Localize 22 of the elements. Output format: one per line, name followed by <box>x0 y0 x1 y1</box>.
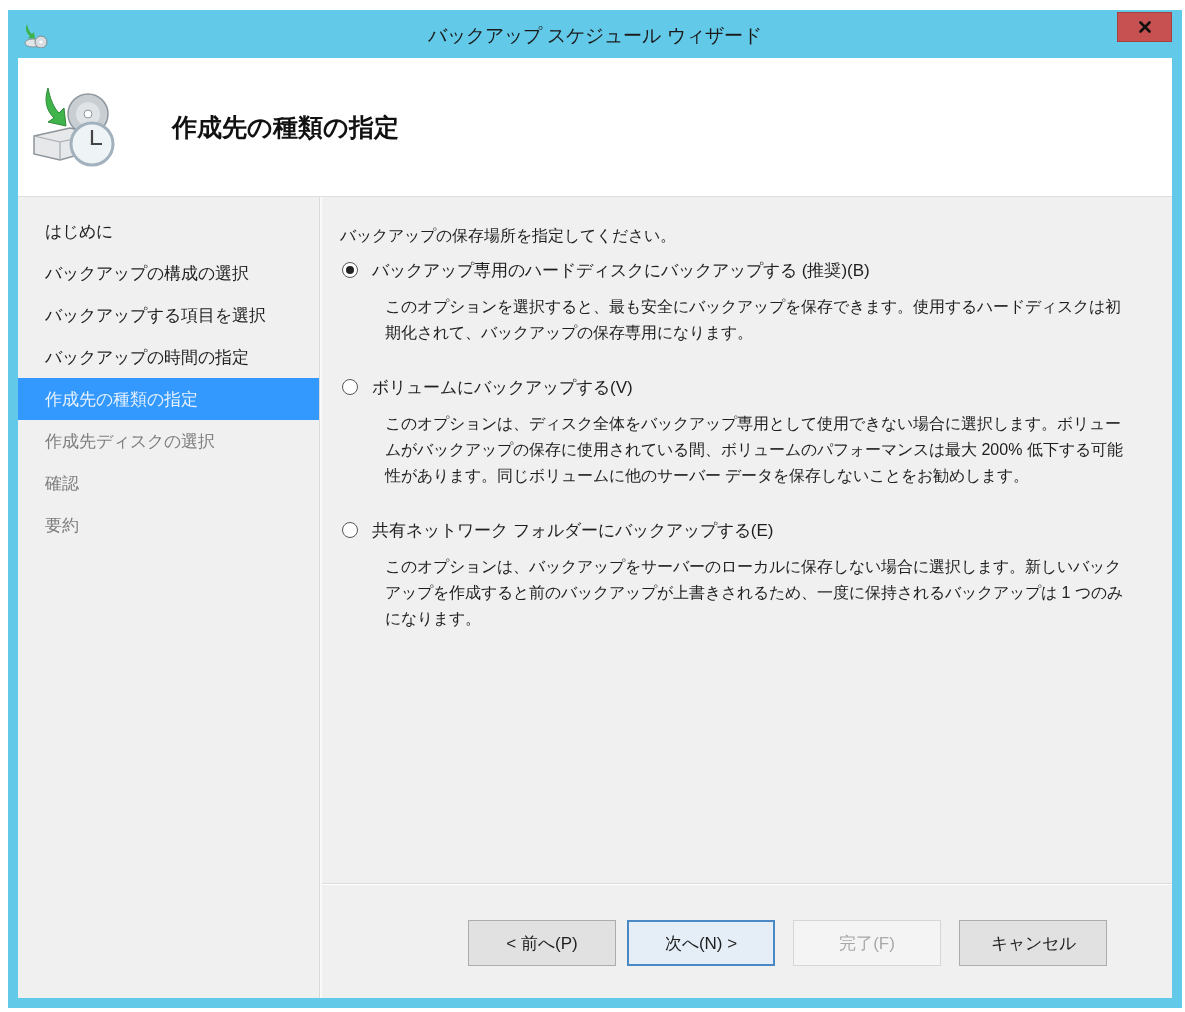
wizard-step[interactable]: はじめに <box>18 210 319 252</box>
option-label[interactable]: バックアップ専用のハードディスクにバックアップする (推奨)(B) <box>372 258 870 282</box>
option-description: このオプションは、ディスク全体をバックアップ専用として使用できない場合に選択します。ボリュームがバックアップの保存に使用されている間、ボリュームのパフォーマンスは最大 200% 低下する可能性があります。同じボリュームに他のサーバー データを保存しないことをお勧めします。 <box>385 414 1124 486</box>
close-icon <box>1138 21 1151 33</box>
option-label[interactable]: 共有ネットワーク フォルダーにバックアップする(E) <box>372 518 774 542</box>
wizard-step[interactable]: バックアップの構成の選択 <box>18 252 319 294</box>
window-title: バックアップ スケジュール ウィザード <box>428 24 762 48</box>
radio-button[interactable] <box>342 262 358 278</box>
radio-button[interactable] <box>342 522 358 538</box>
wizard-step[interactable]: バックアップする項目を選択 <box>18 294 319 336</box>
page-heading: 作成先の種類の指定 <box>172 111 399 143</box>
option-description: このオプションは、バックアップをサーバーのローカルに保存しない場合に選択します。新しいバックアップを作成すると前のバックアップが上書きされるため、一度に保持されるバックアップは 1 つのみになります。 <box>385 557 1124 629</box>
option-description: このオプションを選択すると、最も安全にバックアップを保存できます。使用するハードディスクは初期化されて、バックアップの保存専用になります。 <box>385 297 1122 343</box>
arrow-disc-icon <box>22 24 48 48</box>
wizard-step[interactable]: バックアップの時間の指定 <box>18 336 319 378</box>
radio-button[interactable] <box>342 379 358 395</box>
wizard-button[interactable]: 次へ(N) > <box>627 920 775 966</box>
wizard-button[interactable]: キャンセル <box>959 920 1107 966</box>
close-button[interactable] <box>1117 12 1172 42</box>
wizard-button[interactable]: < 前へ(P) <box>468 920 616 966</box>
instruction-text: バックアップの保存場所を指定してください。 <box>340 226 677 246</box>
option-label[interactable]: ボリュームにバックアップする(V) <box>372 375 633 399</box>
